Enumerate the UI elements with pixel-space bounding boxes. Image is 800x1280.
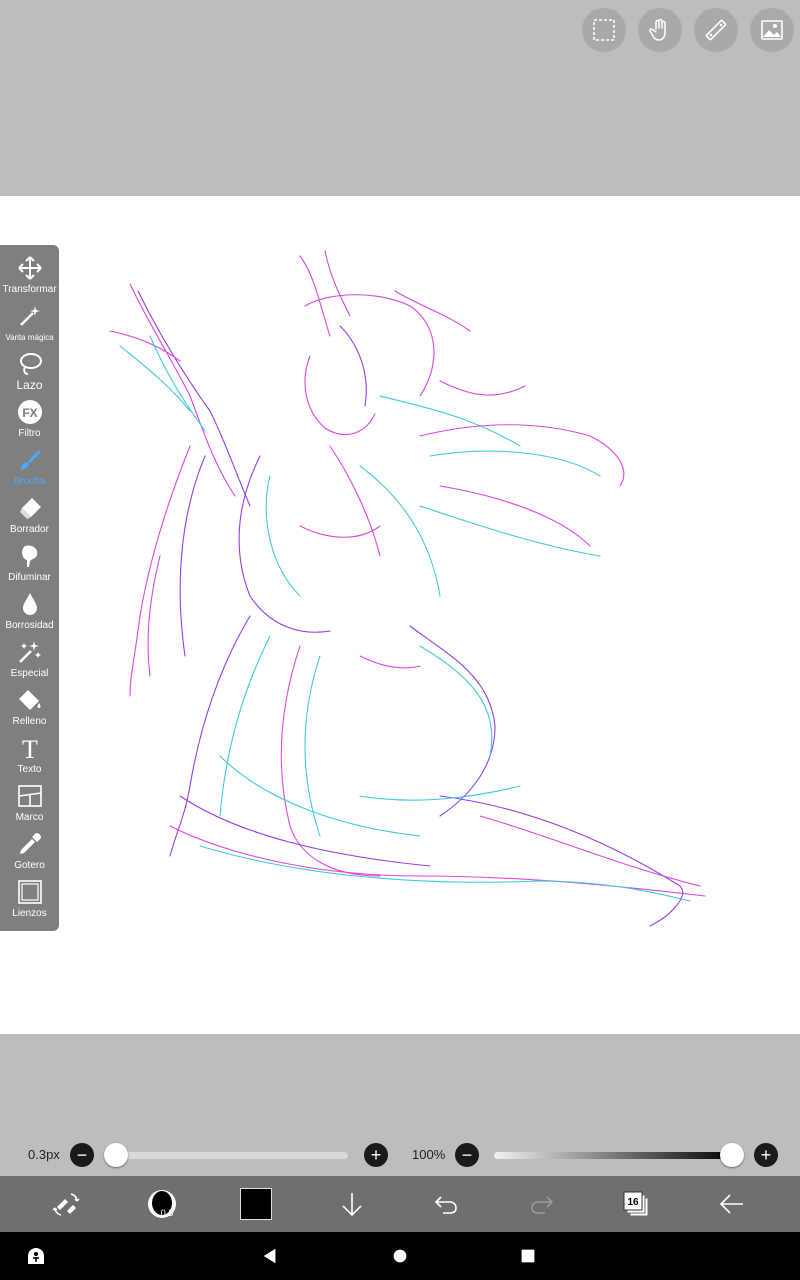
tool-label: Gotero [14, 860, 45, 871]
size-plus-button[interactable]: + [364, 1143, 388, 1167]
image-icon [761, 20, 783, 40]
undo-button[interactable] [416, 1176, 476, 1232]
ruler-button[interactable] [694, 8, 738, 52]
tool-text[interactable]: T Texto [0, 733, 59, 781]
tool-label: Brocha [13, 476, 46, 487]
tool-label: Varita mágica [5, 333, 54, 342]
bottom-action-bar: 0.3 16 [0, 1176, 800, 1232]
tool-label: Relleno [12, 716, 47, 727]
tool-frame[interactable]: Marco [0, 781, 59, 829]
tool-label: Texto [17, 764, 42, 775]
opacity-slider[interactable] [494, 1152, 734, 1159]
size-minus-button[interactable]: − [70, 1143, 94, 1167]
brush-size-label: 0.3px [28, 1147, 60, 1162]
opacity-label: 100% [412, 1147, 446, 1162]
fill-bucket-icon [18, 690, 40, 710]
svg-text:T: T [22, 735, 38, 761]
drawing-canvas[interactable] [0, 196, 800, 1034]
blur-drop-icon [22, 593, 37, 615]
fx-icon: FX [17, 400, 42, 424]
tool-filter[interactable]: FX Filtro [0, 397, 59, 445]
frame-icon [17, 785, 42, 807]
opacity-plus-button[interactable]: + [754, 1143, 778, 1167]
tool-eraser[interactable]: Borrador [0, 493, 59, 541]
redo-icon [531, 1196, 554, 1214]
swap-brush-eraser-button[interactable] [36, 1176, 96, 1232]
smudge-icon [21, 545, 37, 567]
accessibility-icon [28, 1248, 44, 1264]
sketch-artwork [109, 250, 706, 927]
canvas-icon [17, 880, 42, 904]
swap-brush-eraser-icon [52, 1193, 80, 1216]
tool-sidebar: Transformar Varita mágica Lazo FX Filtro… [0, 245, 59, 931]
ruler-icon [705, 19, 727, 41]
tool-smudge[interactable]: Difuminar [0, 541, 59, 589]
nav-home-button[interactable] [376, 1232, 424, 1280]
tool-label: Difuminar [8, 572, 51, 583]
move-arrows-icon [17, 256, 42, 280]
tool-label: Lazo [16, 378, 43, 392]
tool-canvas[interactable]: Lienzos [0, 877, 59, 925]
tool-label: Especial [10, 668, 49, 679]
add-layer-down-button[interactable] [322, 1176, 382, 1232]
tool-special[interactable]: Especial [0, 637, 59, 685]
tool-label: Transformar [2, 284, 57, 295]
layers-icon: 16 [623, 1191, 649, 1217]
nav-home-icon [393, 1249, 407, 1263]
arrow-down-icon [342, 1193, 362, 1217]
eyedropper-icon [19, 833, 41, 854]
layers-button[interactable]: 16 [606, 1176, 666, 1232]
tool-transform[interactable]: Transformar [0, 253, 59, 301]
system-nav-bar [0, 1232, 800, 1280]
hand-icon [649, 18, 666, 41]
lasso-icon [19, 353, 42, 375]
nav-back-button[interactable] [246, 1232, 294, 1280]
tool-label: Borrosidad [5, 620, 54, 631]
special-sparkle-icon [18, 641, 41, 663]
text-icon: T [22, 735, 38, 761]
redo-button[interactable] [512, 1176, 572, 1232]
nav-recents-icon [521, 1249, 535, 1263]
svg-text:0.3: 0.3 [161, 1208, 174, 1218]
brush-preview-icon: 0.3 [148, 1190, 176, 1218]
brush-size-thumb[interactable] [104, 1143, 128, 1167]
tool-label: Lienzos [12, 908, 47, 919]
tool-brush[interactable]: Brocha [0, 445, 59, 493]
opacity-minus-button[interactable]: − [455, 1143, 479, 1167]
brush-size-slider[interactable] [112, 1152, 348, 1159]
svg-text:16: 16 [627, 1197, 639, 1208]
image-button[interactable] [750, 8, 794, 52]
nav-back-icon [263, 1248, 276, 1264]
tool-fill[interactable]: Relleno [0, 685, 59, 733]
opacity-thumb[interactable] [720, 1143, 744, 1167]
brush-sliders: 0.3px − + 100% − + [0, 1136, 800, 1174]
tool-label: Filtro [18, 428, 41, 439]
back-button[interactable] [702, 1176, 762, 1232]
selection-button[interactable] [582, 8, 626, 52]
tool-magic-wand[interactable]: Varita mágica [0, 301, 59, 349]
color-swatch-button[interactable] [226, 1176, 286, 1232]
hand-button[interactable] [638, 8, 682, 52]
brush-preview-button[interactable]: 0.3 [132, 1176, 192, 1232]
selection-icon [593, 19, 615, 41]
tool-lasso[interactable]: Lazo [0, 349, 59, 397]
tool-label: Borrador [10, 524, 49, 535]
current-color-swatch [240, 1188, 272, 1220]
tool-eyedropper[interactable]: Gotero [0, 829, 59, 877]
undo-icon [434, 1196, 457, 1214]
accessibility-button[interactable] [12, 1232, 60, 1280]
arrow-left-icon [719, 1194, 743, 1214]
magic-wand-icon [19, 306, 40, 326]
svg-text:FX: FX [22, 406, 37, 420]
tool-label: Marco [15, 812, 44, 823]
tool-blur[interactable]: Borrosidad [0, 589, 59, 637]
brush-icon [19, 450, 41, 470]
eraser-icon [19, 498, 41, 519]
nav-recents-button[interactable] [504, 1232, 552, 1280]
